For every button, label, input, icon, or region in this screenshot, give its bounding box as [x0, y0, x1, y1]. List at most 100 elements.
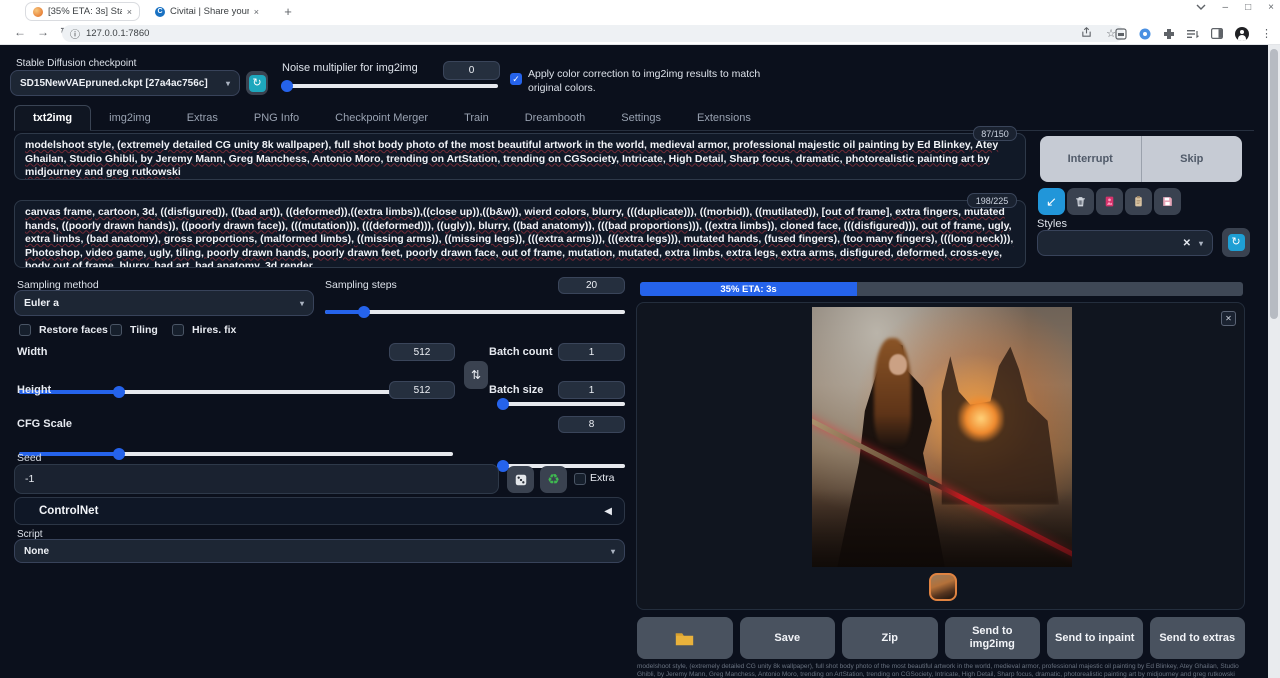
paste-params-button[interactable]: ↙: [1038, 188, 1065, 215]
share-icon[interactable]: [1081, 27, 1092, 41]
noise-multiplier-value[interactable]: 0: [443, 61, 500, 80]
side-panel-icon[interactable]: [1211, 28, 1223, 39]
negative-prompt-textarea[interactable]: canvas frame, cartoon, 3d, ((disfigured)…: [14, 200, 1026, 268]
extension-grid-icon[interactable]: [1115, 28, 1127, 40]
styles-dropdown[interactable]: ✕ ▾: [1037, 230, 1213, 256]
height-value[interactable]: 512: [389, 381, 455, 399]
new-tab-button[interactable]: +: [280, 4, 296, 20]
seed-label: Seed: [17, 452, 42, 464]
width-value[interactable]: 512: [389, 343, 455, 361]
batch-count-value[interactable]: 1: [558, 343, 625, 361]
extra-seed-label: Extra: [590, 472, 615, 484]
site-info-icon[interactable]: ⓘ: [70, 26, 80, 41]
clipboard-icon: [1132, 195, 1145, 208]
window-close-button[interactable]: ×: [1268, 2, 1274, 13]
tab-settings[interactable]: Settings: [603, 106, 679, 130]
skip-button[interactable]: Skip: [1141, 136, 1243, 182]
send-to-img2img-button[interactable]: Send to img2img: [945, 617, 1041, 659]
random-seed-button[interactable]: [507, 466, 534, 493]
open-folder-button[interactable]: [637, 617, 733, 659]
swap-width-height-button[interactable]: ⇅: [464, 361, 488, 389]
generated-image[interactable]: [812, 307, 1072, 567]
send-to-inpaint-button[interactable]: Send to inpaint: [1047, 617, 1143, 659]
restore-faces-checkbox[interactable]: [19, 324, 31, 336]
batch-size-value[interactable]: 1: [558, 381, 625, 399]
clear-styles-icon[interactable]: ✕: [1183, 238, 1191, 249]
gallery-thumbnail-selected[interactable]: [929, 573, 957, 601]
checkpoint-refresh-button[interactable]: ↻: [246, 71, 268, 95]
tab-extras[interactable]: Extras: [169, 106, 236, 130]
send-to-extras-button[interactable]: Send to extras: [1150, 617, 1246, 659]
tab-close-icon[interactable]: ×: [127, 7, 132, 17]
tab-img2img[interactable]: img2img: [91, 106, 169, 130]
interrupt-button[interactable]: Interrupt: [1040, 136, 1141, 182]
tiling-checkbox[interactable]: [110, 324, 122, 336]
scrollbar-thumb[interactable]: [1270, 49, 1278, 319]
refresh-icon: ↻: [1228, 234, 1245, 251]
output-actions: Save Zip Send to img2img Send to inpaint…: [637, 617, 1245, 659]
profile-avatar[interactable]: [1235, 27, 1249, 41]
browser-menu-icon[interactable]: ⋮: [1261, 27, 1272, 40]
batch-size-label: Batch size: [489, 384, 543, 396]
apply-style-button[interactable]: [1125, 188, 1152, 215]
browser-tab-civitai[interactable]: Civitai | Share your models ×: [148, 2, 266, 21]
tab-extensions[interactable]: Extensions: [679, 106, 769, 130]
script-dropdown[interactable]: None ▾: [14, 539, 625, 563]
image-preview-panel: ✕: [636, 302, 1245, 610]
noise-multiplier-label: Noise multiplier for img2img: [282, 62, 418, 74]
extra-seed-checkbox[interactable]: [574, 473, 586, 485]
page-scrollbar[interactable]: [1268, 45, 1280, 678]
checkpoint-dropdown[interactable]: SD15NewVAEpruned.ckpt [27a4ac756c] ▾: [10, 70, 240, 96]
browser-tab-active[interactable]: [35% ETA: 3s] Stable Diffusion ×: [25, 2, 140, 21]
seed-input[interactable]: [14, 464, 499, 494]
save-button[interactable]: Save: [740, 617, 836, 659]
prompt-textarea[interactable]: modelshoot style, (extremely detailed CG…: [14, 133, 1026, 180]
window-minimize-button[interactable]: –: [1223, 2, 1229, 13]
browser-tab-strip: [35% ETA: 3s] Stable Diffusion × Civitai…: [0, 0, 1280, 23]
cfg-scale-value[interactable]: 8: [558, 416, 625, 433]
tab-train[interactable]: Train: [446, 106, 507, 130]
clear-prompt-button[interactable]: [1067, 188, 1094, 215]
forward-button[interactable]: →: [37, 25, 49, 39]
hires-fix-checkbox[interactable]: [172, 324, 184, 336]
controlnet-accordion[interactable]: ControlNet ◀: [14, 497, 625, 525]
reading-list-icon[interactable]: [1187, 29, 1199, 39]
tab-txt2img[interactable]: txt2img: [14, 105, 91, 131]
generate-actions: Interrupt Skip: [1040, 136, 1242, 182]
styles-refresh-button[interactable]: ↻: [1222, 228, 1250, 257]
width-slider[interactable]: [19, 386, 453, 398]
browser-tab-title: [35% ETA: 3s] Stable Diffusion: [48, 6, 122, 17]
tab-dreambooth[interactable]: Dreambooth: [507, 106, 604, 130]
save-style-button[interactable]: [1154, 188, 1181, 215]
batch-count-slider[interactable]: [497, 398, 625, 410]
stable-diffusion-webui: Stable Diffusion checkpoint SD15NewVAEpr…: [0, 45, 1268, 678]
height-slider[interactable]: [19, 448, 453, 460]
extra-networks-button[interactable]: [1096, 188, 1123, 215]
generation-progress-bar: 35% ETA: 3s: [640, 282, 1243, 296]
tab-checkpoint-merger[interactable]: Checkpoint Merger: [317, 106, 446, 130]
window-controls: – □ ×: [1196, 2, 1274, 13]
back-button[interactable]: ←: [14, 25, 26, 39]
restore-faces-option: Restore faces: [19, 324, 108, 336]
extensions-puzzle-icon[interactable]: [1163, 28, 1175, 40]
sampling-method-dropdown[interactable]: Euler a ▾: [14, 290, 314, 316]
window-maximize-button[interactable]: □: [1245, 2, 1251, 13]
sampling-steps-slider[interactable]: [325, 306, 625, 318]
color-correction-checkbox[interactable]: ✓: [510, 73, 522, 85]
width-label: Width: [17, 346, 47, 358]
close-preview-icon[interactable]: ✕: [1221, 311, 1236, 326]
tab-png-info[interactable]: PNG Info: [236, 106, 317, 130]
reuse-seed-button[interactable]: ♻: [540, 466, 567, 493]
extension-blue-icon[interactable]: [1139, 28, 1151, 40]
address-bar[interactable]: ⓘ 127.0.0.1:7860 ☆: [62, 25, 1124, 42]
progress-fill: 35% ETA: 3s: [640, 282, 857, 296]
tab-close-icon[interactable]: ×: [254, 7, 259, 17]
dice-icon: [514, 473, 528, 487]
prompt-tool-buttons: ↙: [1038, 188, 1181, 215]
zip-button[interactable]: Zip: [842, 617, 938, 659]
noise-multiplier-slider[interactable]: [281, 80, 498, 92]
sampling-steps-value[interactable]: 20: [558, 277, 625, 294]
generation-info-text: modelshoot style, (extremely detailed CG…: [637, 663, 1245, 678]
stable-diffusion-favicon-icon: [33, 7, 43, 17]
tab-search-chevron-icon[interactable]: [1196, 2, 1206, 13]
